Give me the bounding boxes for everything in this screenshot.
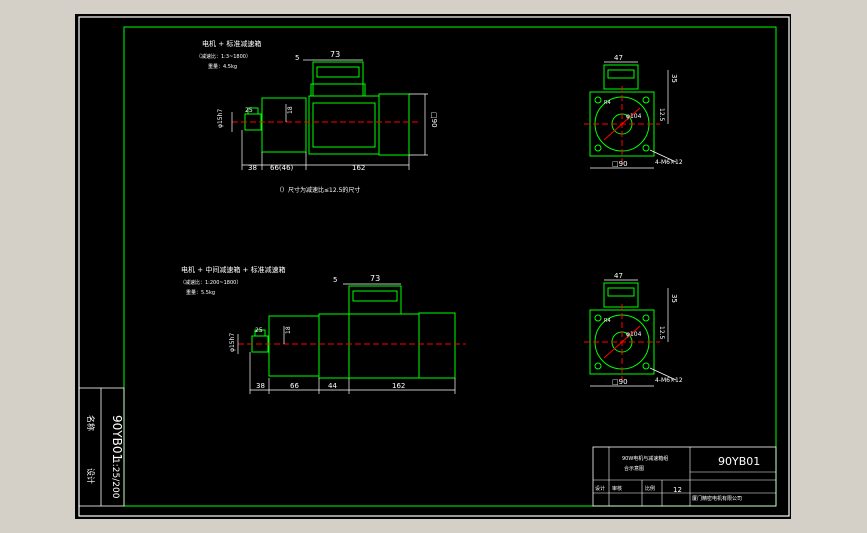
side2-dim-35: 35	[670, 294, 678, 303]
front1-weight: 重量：4.5kg	[208, 63, 237, 70]
front2-dim-38: 38	[256, 382, 265, 390]
side1-dim-35: 35	[670, 74, 678, 83]
title-desc-line2: 合示意图	[624, 465, 644, 472]
side1-dim-hole: 4-M6×12	[655, 159, 683, 166]
front1-dim-38: 38	[248, 164, 257, 172]
front1-dim-90: □90	[430, 112, 438, 128]
title-row-label-3: 比例	[645, 485, 655, 492]
front2-dim-66: 66	[290, 382, 299, 390]
side2-dim-90: □90	[612, 378, 628, 386]
side2-dim-r: R4	[604, 318, 611, 324]
front1-dim-5: 5	[295, 54, 299, 62]
front1-dim-66-46: 66(46)	[270, 164, 294, 172]
title-row-label-1: 设计	[595, 485, 605, 492]
side1-dim-47: 47	[614, 54, 623, 62]
strip-label-top: 名称	[86, 415, 96, 431]
side1-dim-104: φ104	[626, 113, 642, 120]
front1-ratio: （减速比：1:3~1800）	[196, 53, 251, 60]
strip-code: 90YB01	[110, 415, 124, 461]
title-drawing-no: 90YB01	[718, 455, 760, 468]
front2-dim-5: 5	[333, 276, 337, 284]
front1-dim-18: 18	[287, 106, 294, 114]
side2-dim-47: 47	[614, 272, 623, 280]
front2-weight: 重量：5.5kg	[186, 289, 215, 296]
front2-title: 电机 + 中间减速箱 + 标准减速箱	[181, 265, 286, 274]
title-company: 厦门精密电机有限公司	[692, 495, 742, 502]
strip-scale: 1:25/200	[110, 458, 120, 499]
front2-dim-44: 44	[328, 382, 337, 390]
front2-dim-162: 162	[392, 382, 405, 390]
side2-dim-hole: 4-M6×12	[655, 377, 683, 384]
side2-dim-12-5: 12.5	[658, 326, 665, 340]
strip-label-bottom: 设计	[86, 468, 96, 484]
cad-drawing-canvas[interactable]: 90YB01 1:25/200 名称 设计 电机 + 标准减速箱 （减速比：1:…	[0, 0, 867, 533]
title-desc-line1: 90W电机与减速箱组	[622, 455, 668, 462]
side1-dim-90: □90	[612, 160, 628, 168]
front1-dim-25: 25	[245, 107, 253, 114]
front1-title: 电机 + 标准减速箱	[202, 39, 261, 48]
title-sheet: 12	[673, 486, 682, 494]
front1-dim-shaft: φ15h7	[217, 109, 224, 128]
side2-dim-104: φ104	[626, 331, 642, 338]
front2-dim-18: 18	[285, 326, 292, 334]
front2-ratio: （减速比：1:200~1800）	[180, 279, 241, 286]
side1-dim-12-5: 12.5	[658, 108, 665, 122]
front2-dim-shaft: φ15h7	[229, 333, 236, 352]
side1-dim-r: R4	[604, 100, 611, 106]
front1-dim-162: 162	[352, 164, 365, 172]
front1-dim-73: 73	[330, 50, 340, 59]
front2-dim-25: 25	[255, 327, 263, 334]
title-row-label-2: 审核	[612, 485, 622, 492]
front2-dim-73: 73	[370, 274, 380, 283]
front1-note: （）尺寸为减速比≤12.5的尺寸	[276, 186, 360, 194]
